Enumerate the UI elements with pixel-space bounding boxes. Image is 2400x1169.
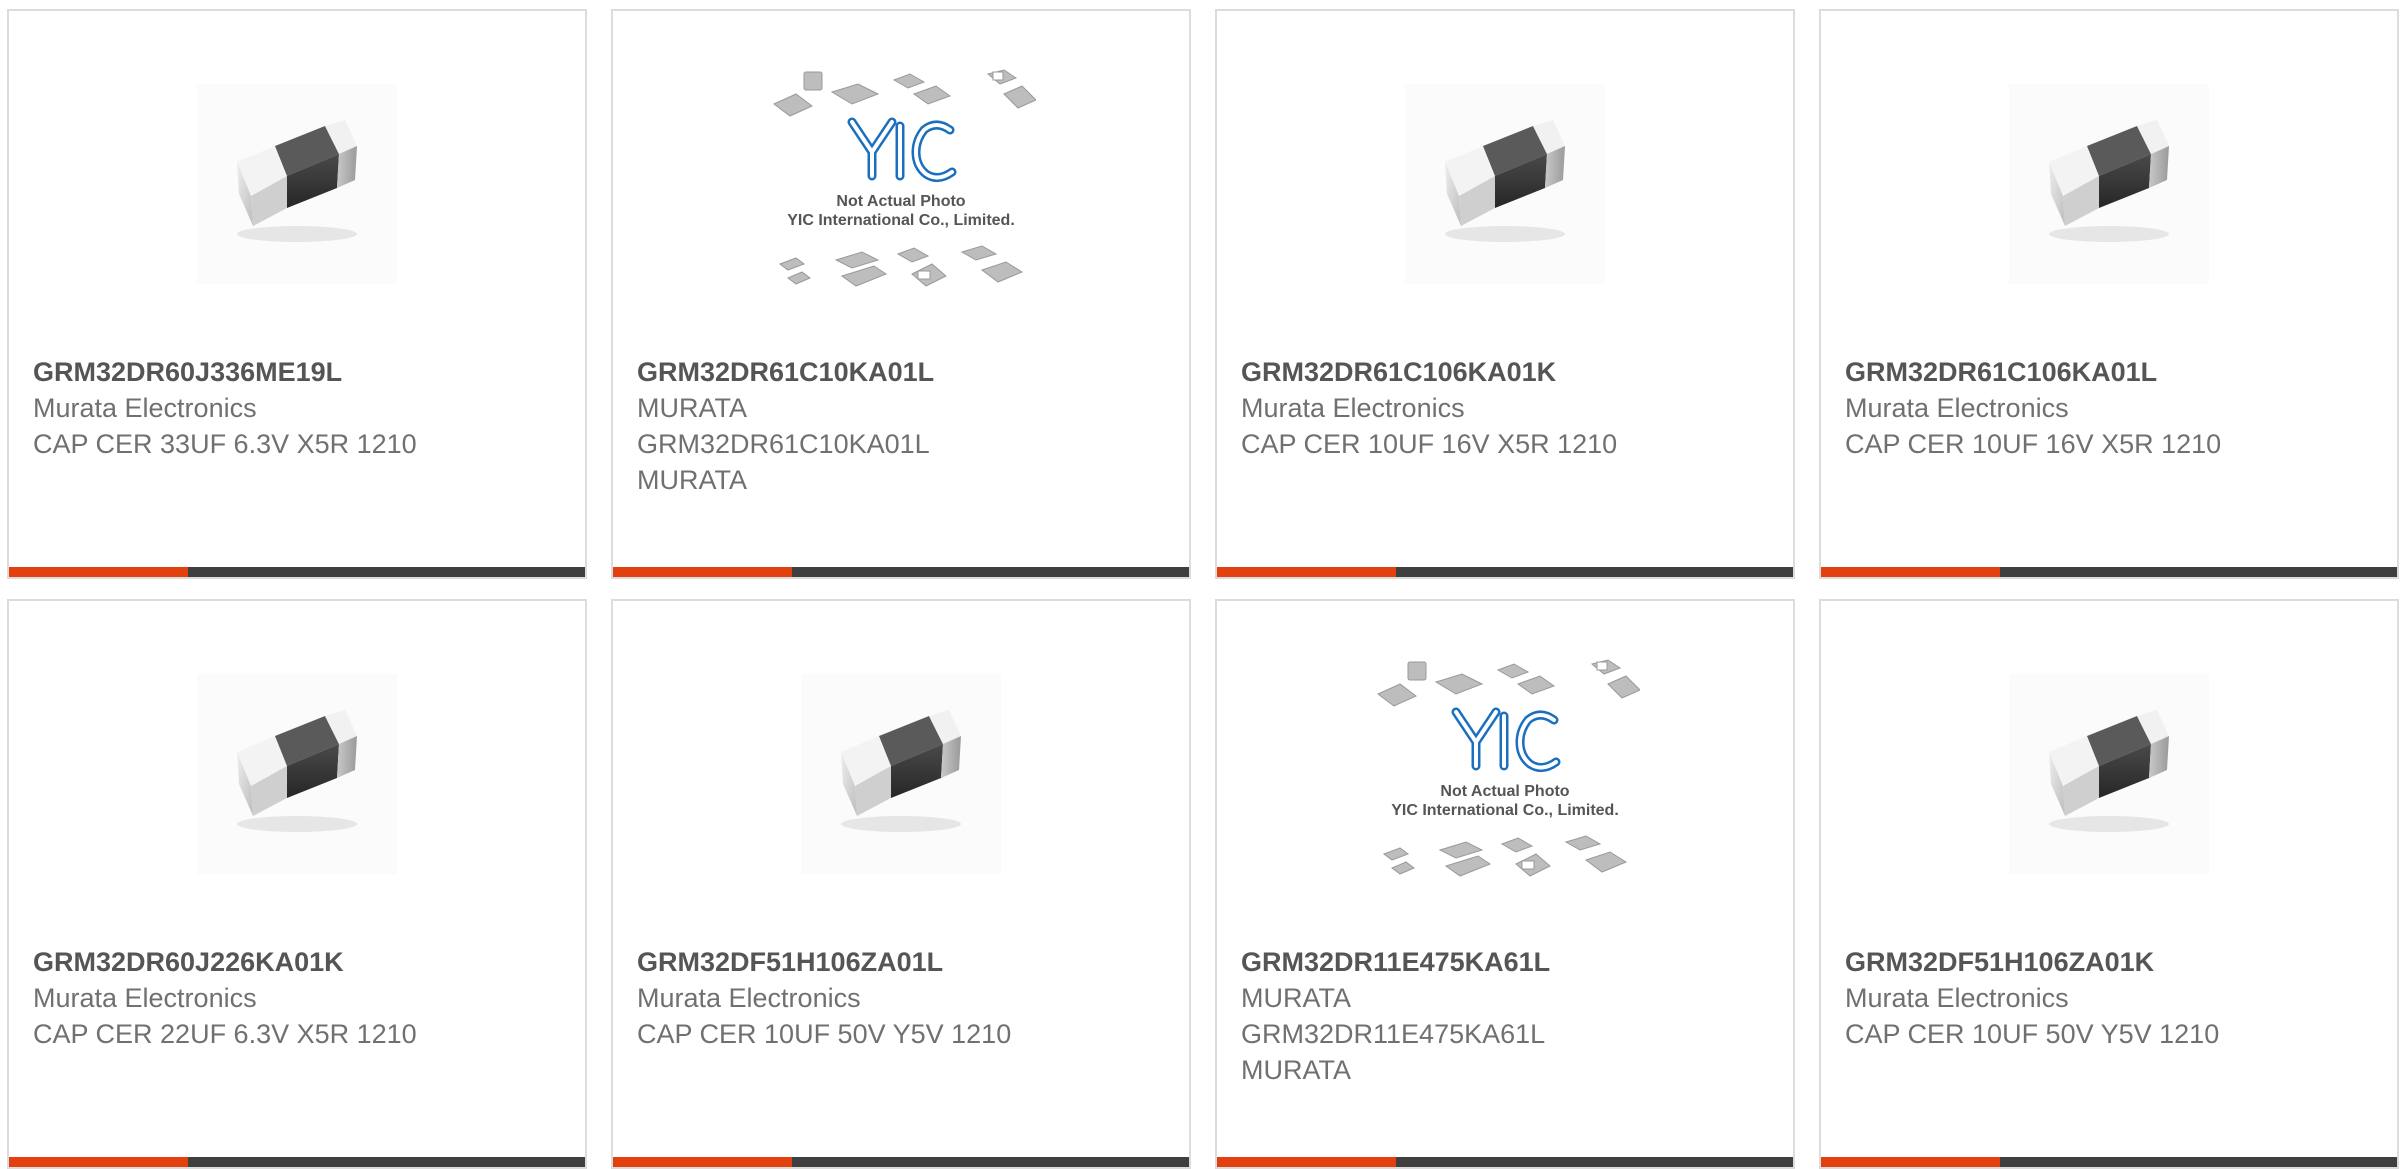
product-info: GRM32DR60J336ME19L Murata Electronics CA… [33, 354, 565, 462]
capacitor-chip-icon [197, 674, 397, 874]
card-accent-bar [613, 567, 792, 577]
product-info: GRM32DF51H106ZA01K Murata Electronics CA… [1845, 944, 2377, 1052]
part-number[interactable]: GRM32DR11E475KA61L [1241, 944, 1773, 980]
product-photo[interactable]: Not Actual Photo YIC International Co., … [761, 69, 1041, 289]
card-footer-bar [1821, 567, 2397, 577]
product-info: GRM32DR61C106KA01L Murata Electronics CA… [1845, 354, 2377, 462]
capacitor-chip-icon [1405, 84, 1605, 284]
part-number[interactable]: GRM32DR60J336ME19L [33, 354, 565, 390]
part-number[interactable]: GRM32DR60J226KA01K [33, 944, 565, 980]
product-photo[interactable] [1969, 669, 2249, 879]
product-card[interactable]: GRM32DR60J226KA01K Murata Electronics CA… [7, 599, 587, 1169]
product-info: GRM32DF51H106ZA01L Murata Electronics CA… [637, 944, 1169, 1052]
product-description: GRM32DR61C10KA01L [637, 429, 930, 459]
svg-text:YIC International Co., Limited: YIC International Co., Limited. [1391, 802, 1619, 819]
card-accent-bar [9, 567, 188, 577]
product-card[interactable]: Not Actual Photo YIC International Co., … [611, 9, 1191, 579]
svg-text:Not Actual Photo: Not Actual Photo [836, 193, 965, 210]
product-photo[interactable] [1969, 79, 2249, 289]
placeholder-photo-icon: Not Actual Photo YIC International Co., … [1377, 659, 1640, 877]
card-footer-bar [1217, 1157, 1793, 1167]
card-footer-bar [9, 567, 585, 577]
product-photo[interactable] [761, 669, 1041, 879]
part-number[interactable]: GRM32DF51H106ZA01L [637, 944, 1169, 980]
product-info: GRM32DR61C10KA01L MURATA GRM32DR61C10KA0… [637, 354, 1169, 498]
card-footer-bar [613, 567, 1189, 577]
product-photo[interactable]: Not Actual Photo YIC International Co., … [1365, 659, 1645, 879]
product-info: GRM32DR61C106KA01K Murata Electronics CA… [1241, 354, 1773, 462]
part-number[interactable]: GRM32DR61C106KA01K [1241, 354, 1773, 390]
product-photo[interactable] [157, 669, 437, 879]
product-manufacturer: Murata Electronics [1241, 393, 1465, 423]
product-info: GRM32DR60J226KA01K Murata Electronics CA… [33, 944, 565, 1052]
card-footer-bar [1821, 1157, 2397, 1167]
product-description: CAP CER 22UF 6.3V X5R 1210 [33, 1019, 417, 1049]
product-card[interactable]: Not Actual Photo YIC International Co., … [1215, 599, 1795, 1169]
part-number[interactable]: GRM32DR61C10KA01L [637, 354, 1169, 390]
product-photo[interactable] [1365, 79, 1645, 289]
product-description: GRM32DR11E475KA61L [1241, 1019, 1546, 1049]
card-accent-bar [1217, 1157, 1396, 1167]
card-footer-bar [9, 1157, 585, 1167]
product-description: MURATA [637, 465, 747, 495]
placeholder-photo-icon: Not Actual Photo YIC International Co., … [773, 69, 1036, 287]
product-manufacturer: Murata Electronics [1845, 393, 2069, 423]
product-description: MURATA [1241, 1055, 1351, 1085]
card-accent-bar [9, 1157, 188, 1167]
capacitor-chip-icon [801, 674, 1001, 874]
product-grid: GRM32DR60J336ME19L Murata Electronics CA… [7, 9, 2399, 1169]
card-footer-bar [613, 1157, 1189, 1167]
svg-text:YIC International Co., Limited: YIC International Co., Limited. [787, 212, 1015, 229]
product-card[interactable]: GRM32DR61C106KA01L Murata Electronics CA… [1819, 9, 2399, 579]
product-manufacturer: Murata Electronics [637, 983, 861, 1013]
product-description: CAP CER 10UF 50V Y5V 1210 [637, 1019, 1012, 1049]
capacitor-chip-icon [2009, 674, 2209, 874]
capacitor-chip-icon [197, 84, 397, 284]
product-info: GRM32DR11E475KA61L MURATA GRM32DR11E475K… [1241, 944, 1773, 1088]
product-card[interactable]: GRM32DR60J336ME19L Murata Electronics CA… [7, 9, 587, 579]
product-card[interactable]: GRM32DR61C106KA01K Murata Electronics CA… [1215, 9, 1795, 579]
part-number[interactable]: GRM32DR61C106KA01L [1845, 354, 2377, 390]
product-description: CAP CER 10UF 16V X5R 1210 [1845, 429, 2222, 459]
product-manufacturer: MURATA [637, 393, 747, 423]
card-accent-bar [1217, 567, 1396, 577]
product-manufacturer: Murata Electronics [33, 393, 257, 423]
product-description: CAP CER 10UF 50V Y5V 1210 [1845, 1019, 2220, 1049]
product-card[interactable]: GRM32DF51H106ZA01L Murata Electronics CA… [611, 599, 1191, 1169]
card-accent-bar [1821, 1157, 2000, 1167]
card-footer-bar [1217, 567, 1793, 577]
product-manufacturer: MURATA [1241, 983, 1351, 1013]
product-photo[interactable] [157, 79, 437, 289]
capacitor-chip-icon [2009, 84, 2209, 284]
product-description: CAP CER 10UF 16V X5R 1210 [1241, 429, 1618, 459]
product-manufacturer: Murata Electronics [33, 983, 257, 1013]
part-number[interactable]: GRM32DF51H106ZA01K [1845, 944, 2377, 980]
product-card[interactable]: GRM32DF51H106ZA01K Murata Electronics CA… [1819, 599, 2399, 1169]
svg-text:Not Actual Photo: Not Actual Photo [1440, 783, 1569, 800]
card-accent-bar [1821, 567, 2000, 577]
product-description: CAP CER 33UF 6.3V X5R 1210 [33, 429, 417, 459]
card-accent-bar [613, 1157, 792, 1167]
product-manufacturer: Murata Electronics [1845, 983, 2069, 1013]
